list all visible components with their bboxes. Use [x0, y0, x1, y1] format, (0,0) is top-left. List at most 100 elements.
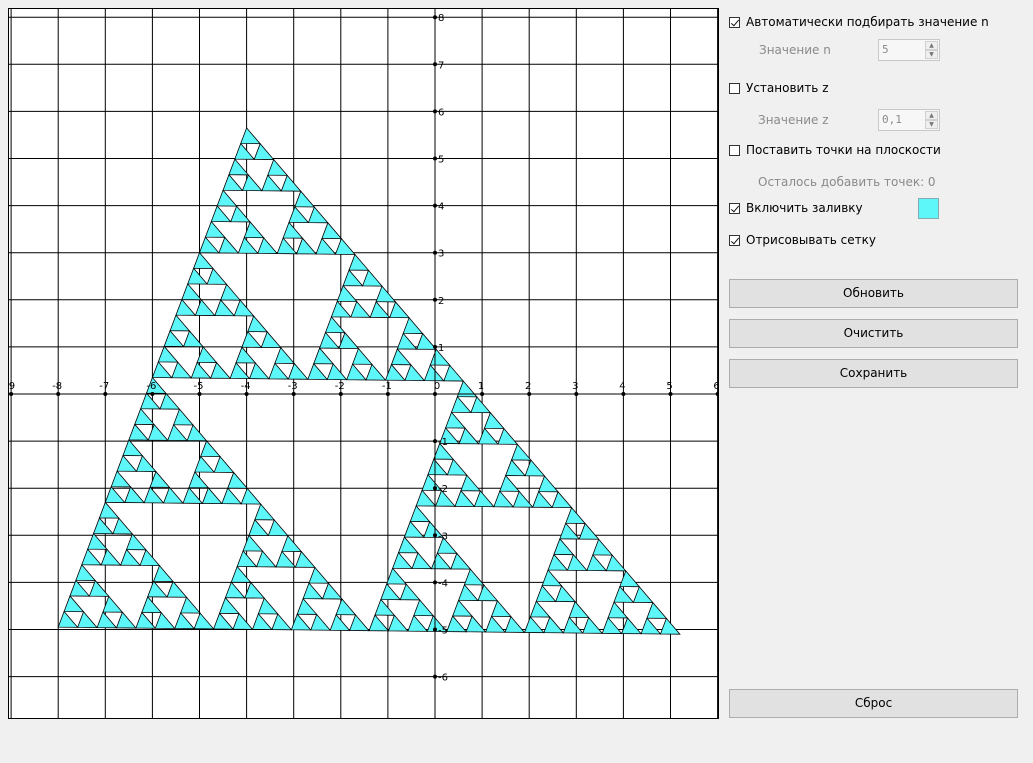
- fractal-triangle: [163, 486, 184, 504]
- fractal-triangle: [213, 455, 235, 473]
- fractal-triangle: [290, 613, 312, 631]
- fractal-triangle: [218, 236, 240, 254]
- fractal-triangle: [294, 550, 316, 568]
- fractal-triangle: [88, 579, 110, 597]
- fractal-triangle: [470, 396, 492, 414]
- x-tick-mark: [197, 392, 202, 396]
- n-decrement-button[interactable]: ▼: [925, 50, 938, 59]
- place-points-row[interactable]: Поставить точки на плоскости: [729, 143, 941, 157]
- fractal-triangle: [163, 329, 185, 347]
- fractal-triangle: [81, 548, 103, 566]
- fractal-triangle: [115, 611, 137, 629]
- fractal-triangle: [512, 490, 534, 508]
- fractal-triangle: [200, 440, 221, 458]
- x-tick-mark: [433, 392, 437, 396]
- grid-row[interactable]: Отрисовывать сетку: [729, 233, 876, 247]
- fractal-triangle: [268, 362, 290, 380]
- fractal-triangle: [224, 581, 246, 599]
- save-button[interactable]: Сохранить: [729, 359, 1018, 388]
- z-decrement-button[interactable]: ▼: [925, 120, 938, 129]
- y-tick-label: -4: [438, 578, 448, 589]
- y-tick-mark: [433, 156, 437, 161]
- set-z-checkbox[interactable]: [729, 82, 740, 94]
- auto-n-checkbox[interactable]: [729, 16, 740, 28]
- fractal-triangle: [140, 392, 161, 410]
- fractal-triangle: [386, 567, 408, 585]
- fractal-triangle: [134, 407, 156, 425]
- place-points-checkbox[interactable]: [729, 144, 740, 156]
- z-value-stepper[interactable]: 0,1 ▲ ▼: [878, 109, 940, 131]
- auto-n-row[interactable]: Автоматически подбирать значение n: [729, 15, 989, 29]
- x-tick-label: -3: [288, 381, 298, 392]
- fractal-triangle: [75, 563, 97, 581]
- z-value-field[interactable]: 0,1: [882, 113, 902, 126]
- fractal-triangle: [349, 614, 370, 632]
- fractal-triangle: [477, 427, 499, 445]
- fractal-triangle: [241, 174, 263, 192]
- refresh-button[interactable]: Обновить: [729, 279, 1018, 308]
- x-tick-label: -8: [52, 381, 62, 392]
- fractal-triangle: [427, 458, 449, 476]
- fractal-triangle: [460, 474, 482, 492]
- fractal-triangle: [230, 205, 252, 223]
- fractal-triangle: [102, 595, 124, 613]
- fractal-triangle: [601, 616, 623, 634]
- fractal-triangle: [454, 489, 476, 507]
- grid-checkbox[interactable]: [729, 234, 740, 246]
- fractal-triangle: [387, 614, 409, 632]
- fractal-triangle: [220, 283, 241, 301]
- y-tick-label: -5: [438, 626, 448, 637]
- fractal-triangle: [169, 314, 191, 332]
- y-tick-mark: [433, 486, 437, 491]
- fractal-triangle: [159, 392, 181, 410]
- x-tick-label: 3: [572, 381, 578, 392]
- x-tick-label: -2: [335, 381, 345, 392]
- fractal-triangle: [260, 331, 282, 349]
- fractal-triangle: [384, 363, 406, 381]
- x-tick-mark: [9, 392, 14, 396]
- fractal-triangle: [174, 612, 196, 630]
- fill-row[interactable]: Включить заливку: [729, 201, 863, 215]
- y-tick-mark: [433, 109, 437, 114]
- fractal-triangle: [256, 550, 277, 568]
- fractal-triangle: [446, 615, 468, 633]
- fractal-triangle: [253, 142, 275, 160]
- fill-color-picker[interactable]: [918, 198, 939, 219]
- x-tick-label: -1: [382, 381, 392, 392]
- fractal-triangle: [443, 364, 465, 382]
- fractal-triangle: [122, 439, 144, 457]
- fractal-canvas[interactable]: -9-8-7-6-5-4-3-2-1012345687654321-1-2-3-…: [8, 8, 719, 719]
- fractal-triangle: [139, 549, 161, 567]
- z-increment-button[interactable]: ▲: [925, 111, 938, 120]
- fractal-triangle: [175, 298, 197, 316]
- set-z-row[interactable]: Установить z: [729, 81, 829, 95]
- x-tick-label: 2: [525, 381, 531, 392]
- fractal-triangle: [551, 491, 573, 509]
- y-tick-label: -3: [438, 531, 448, 542]
- fractal-triangle: [607, 601, 629, 619]
- fractal-triangle: [351, 347, 373, 365]
- fractal-triangle: [392, 551, 413, 569]
- n-value-stepper[interactable]: 5 ▲ ▼: [878, 39, 940, 61]
- fill-checkbox[interactable]: [729, 202, 740, 214]
- fractal-triangle: [251, 612, 273, 630]
- y-tick-label: 5: [438, 155, 444, 166]
- fractal-triangle: [63, 595, 85, 613]
- fractal-triangle: [445, 411, 466, 429]
- fractal-triangle: [135, 454, 157, 472]
- y-tick-mark: [433, 580, 437, 585]
- clear-button[interactable]: Очистить: [729, 319, 1018, 348]
- fractal-triangle: [194, 298, 216, 316]
- fractal-triangle: [281, 534, 303, 552]
- fractal-triangle: [396, 332, 418, 350]
- n-value-field[interactable]: 5: [882, 43, 889, 56]
- fractal-triangle: [186, 424, 208, 442]
- fractal-triangle: [230, 565, 252, 583]
- x-tick-label: -4: [241, 381, 251, 392]
- n-increment-button[interactable]: ▲: [925, 41, 938, 50]
- fractal-triangle: [543, 616, 565, 634]
- z-value-row: Значение z: [758, 113, 829, 127]
- reset-button[interactable]: Сброс: [729, 689, 1018, 718]
- fractal-triangle: [294, 190, 316, 208]
- fractal-triangle: [338, 331, 360, 349]
